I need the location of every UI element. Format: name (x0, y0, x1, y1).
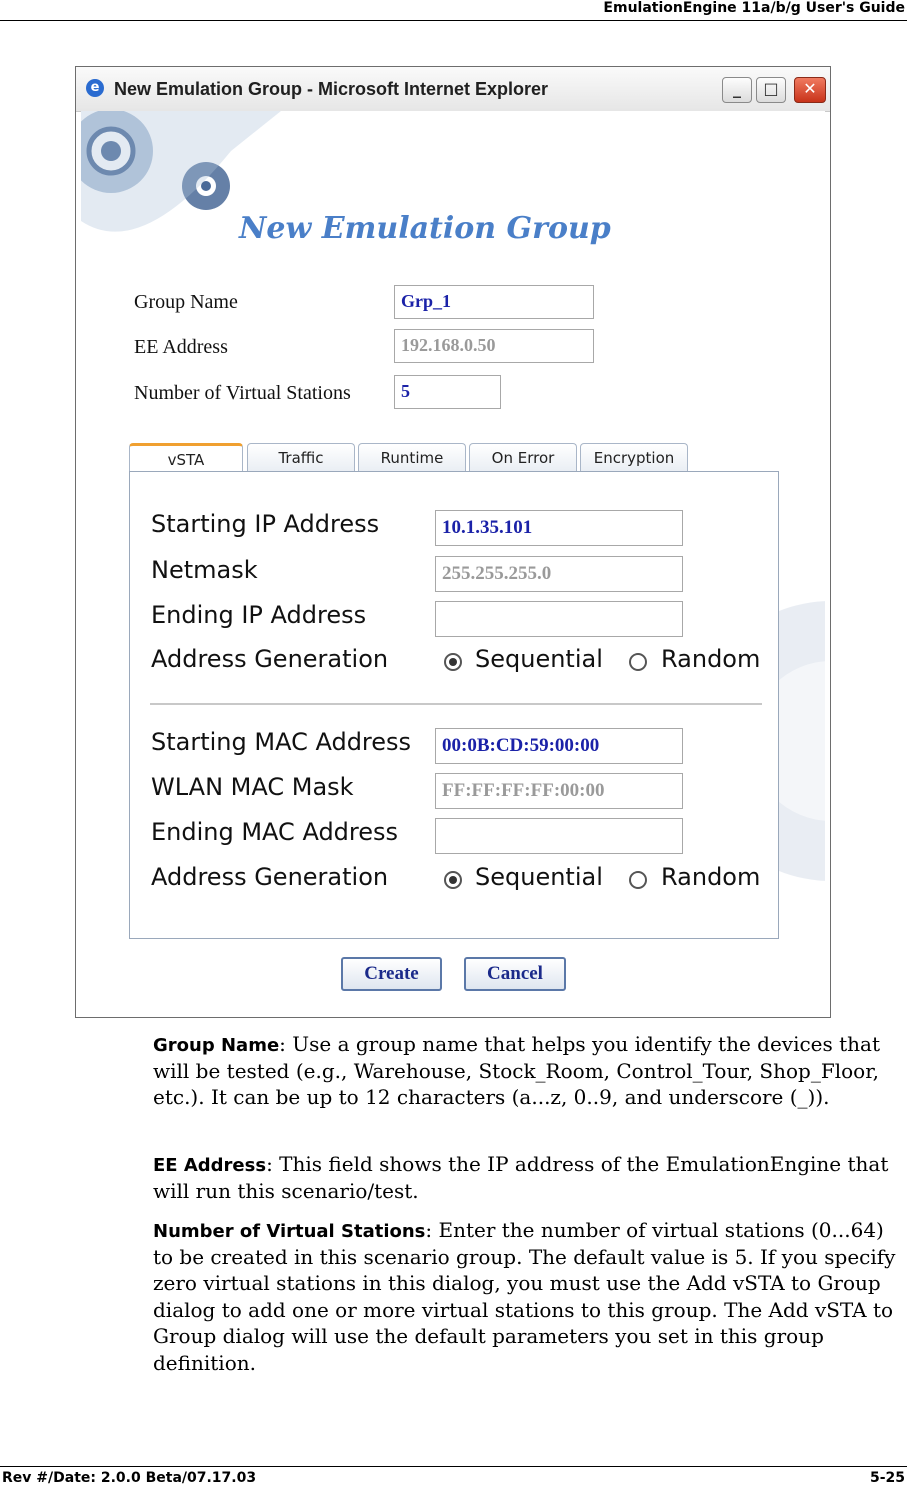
footer-revision: Rev #/Date: 2.0.0 Beta/07.17.03 (2, 1470, 257, 1486)
create-button[interactable]: Create (341, 957, 442, 991)
paragraph-ee-address: EE Address: This field shows the IP addr… (153, 1151, 905, 1204)
start-mac-field[interactable]: 00:0B:CD:59:00:00 (435, 728, 683, 764)
tab-encryption[interactable]: Encryption (580, 443, 688, 473)
random-radio[interactable] (629, 653, 647, 671)
page-header: EmulationEngine 11a/b/g User's Guide (0, 0, 907, 21)
ee-address-label: EE Address (134, 336, 228, 358)
num-stations-field[interactable]: 5 (394, 375, 501, 409)
section-divider (150, 703, 762, 705)
window-title: New Emulation Group - Microsoft Internet… (114, 79, 549, 99)
cancel-button[interactable]: Cancel (464, 957, 566, 991)
wlan-mac-mask-label: WLAN MAC Mask (151, 773, 354, 801)
start-ip-field[interactable]: 10.1.35.101 (435, 510, 683, 546)
maximize-button[interactable]: □ (756, 77, 786, 103)
sequential-radio[interactable] (444, 653, 462, 671)
netmask-field: 255.255.255.0 (435, 556, 683, 592)
paragraph-group-name: Group Name: Use a group name that helps … (153, 1031, 905, 1111)
mac-random-radio[interactable] (629, 871, 647, 889)
header-title: EmulationEngine 11a/b/g User's Guide (603, 0, 905, 16)
footer-page-number: 5-25 (869, 1470, 905, 1486)
end-ip-label: Ending IP Address (151, 601, 367, 629)
tab-runtime[interactable]: Runtime (358, 443, 466, 473)
browser-window: e New Emulation Group - Microsoft Intern… (75, 66, 831, 1018)
wlan-mac-mask-field: FF:FF:FF:FF:00:00 (435, 773, 683, 809)
end-ip-field[interactable] (435, 601, 683, 637)
start-mac-label: Starting MAC Address (151, 728, 412, 756)
random-label: Random (661, 645, 761, 673)
tab-on-error[interactable]: On Error (469, 443, 577, 473)
group-name-label: Group Name (134, 291, 238, 313)
mac-sequential-label: Sequential (475, 863, 603, 891)
mac-sequential-radio[interactable] (444, 871, 462, 889)
close-button[interactable]: ✕ (794, 77, 826, 103)
mac-random-label: Random (661, 863, 761, 891)
dialog-heading: New Emulation Group (239, 211, 611, 246)
term-num-stations: Number of Virtual Stations (153, 1221, 426, 1242)
netmask-label: Netmask (151, 556, 258, 584)
term-ee-address: EE Address (153, 1155, 267, 1176)
ee-address-field: 192.168.0.50 (394, 329, 594, 363)
paragraph-num-stations: Number of Virtual Stations: Enter the nu… (153, 1217, 905, 1376)
title-bar[interactable]: e New Emulation Group - Microsoft Intern… (76, 67, 830, 112)
mac-address-generation-label: Address Generation (151, 863, 389, 891)
address-generation-label: Address Generation (151, 645, 389, 673)
end-mac-field[interactable] (435, 818, 683, 854)
minimize-button[interactable]: _ (722, 77, 752, 103)
page-footer: Rev #/Date: 2.0.0 Beta/07.17.03 5-25 (0, 1466, 907, 1486)
group-name-field[interactable]: Grp_1 (394, 285, 594, 319)
sequential-label: Sequential (475, 645, 603, 673)
end-mac-label: Ending MAC Address (151, 818, 399, 846)
tab-traffic[interactable]: Traffic (247, 443, 355, 473)
dialog-content: New Emulation Group Group Name Grp_1 EE … (81, 111, 825, 1013)
num-stations-label: Number of Virtual Stations (134, 382, 351, 404)
start-ip-label: Starting IP Address (151, 510, 380, 538)
internet-explorer-icon: e (86, 79, 104, 97)
vsta-panel: Starting IP Address 10.1.35.101 Netmask … (129, 471, 779, 939)
term-group-name: Group Name (153, 1035, 280, 1056)
